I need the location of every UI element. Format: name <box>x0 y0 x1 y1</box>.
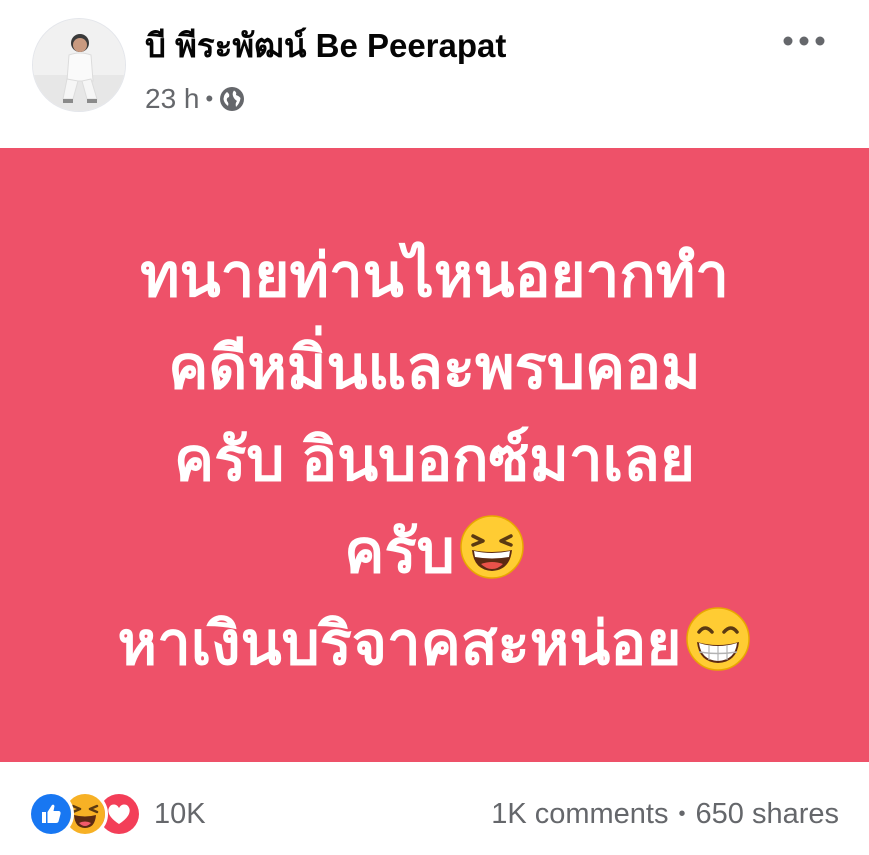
like-icon <box>28 791 74 837</box>
shares-count-link[interactable]: 650 shares <box>696 798 840 831</box>
post-meta: 23 h • <box>145 82 245 116</box>
globe-icon[interactable] <box>219 86 245 112</box>
banner-line-1: ทนายท่านไหนอยากทำ <box>140 242 729 309</box>
beaming-face-icon <box>686 607 751 671</box>
post-time[interactable]: 23 h <box>145 83 200 115</box>
facebook-post: บี พีระพัฒน์ Be Peerapat 23 h • ทนายท่าน… <box>0 0 869 855</box>
banner-line-5: หาเงินบริจาคสะหน่อย <box>0 598 869 690</box>
banner-line-4-text: ครับ <box>344 518 455 585</box>
avatar-photo <box>33 19 125 111</box>
banner-line-5-text: หาเงินบริจาคสะหน่อย <box>117 610 682 677</box>
author-avatar[interactable] <box>32 18 126 112</box>
more-options-icon <box>783 36 825 46</box>
meta-separator: • <box>205 86 214 111</box>
comments-count-link[interactable]: 1K comments <box>491 798 668 831</box>
grinning-squinting-face-icon <box>459 515 524 579</box>
more-options-button[interactable] <box>776 26 832 56</box>
banner-line-2: คดีหมิ่นและพรบคอม <box>168 334 701 401</box>
post-text-banner[interactable]: ทนายท่านไหนอยากทำ คดีหมิ่นและพรบคอม ครับ… <box>0 148 869 762</box>
post-stats: 1K comments • 650 shares <box>491 798 839 831</box>
post-footer: 10K 1K comments • 650 shares <box>0 762 869 855</box>
banner-line-4: ครับ <box>0 506 869 598</box>
banner-text: ทนายท่านไหนอยากทำ คดีหมิ่นและพรบคอม ครับ… <box>0 230 869 690</box>
banner-line-3: ครับ อินบอกซ์มาเลย <box>173 426 695 493</box>
author-name[interactable]: บี พีระพัฒน์ Be Peerapat <box>145 26 506 66</box>
reactions-summary[interactable]: 10K <box>28 791 206 837</box>
stats-separator: • <box>678 803 686 825</box>
reaction-count: 10K <box>154 797 206 830</box>
post-header: บี พีระพัฒน์ Be Peerapat 23 h • <box>0 0 869 148</box>
